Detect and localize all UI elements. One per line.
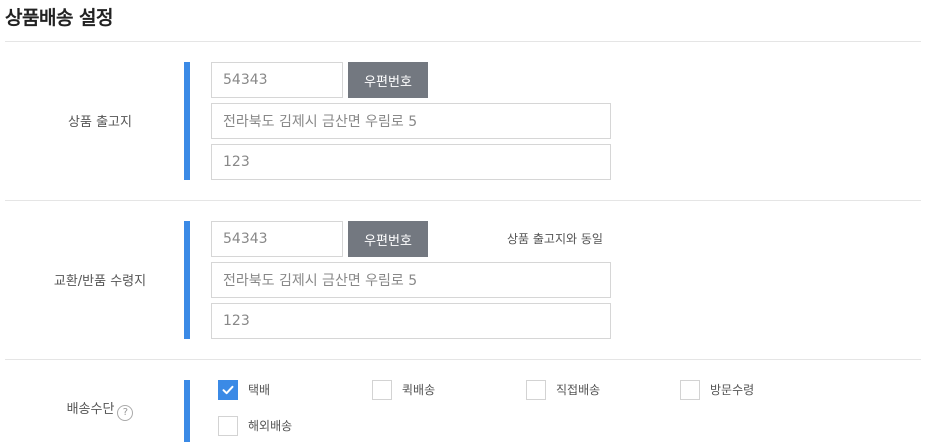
checkbox-direct[interactable] <box>526 380 546 400</box>
page-title: 상품배송 설정 <box>5 7 114 29</box>
delivery-accent-bar <box>184 380 190 442</box>
return-zipcode-input[interactable] <box>211 221 343 257</box>
return-address-input[interactable] <box>211 262 611 298</box>
checkbox-pickup[interactable] <box>680 380 700 400</box>
origin-divider <box>5 200 921 201</box>
return-accent-bar <box>184 221 190 339</box>
origin-accent-bar <box>184 62 190 180</box>
checkbox-pickup-label[interactable]: 방문수령 <box>710 382 754 398</box>
check-icon <box>222 385 234 395</box>
return-label: 교환/반품 수령지 <box>53 274 147 289</box>
origin-zipcode-button[interactable]: 우편번호 <box>348 62 428 98</box>
checkbox-quick[interactable] <box>372 380 392 400</box>
checkbox-overseas-label[interactable]: 해외배송 <box>248 418 292 434</box>
return-divider <box>5 359 921 360</box>
delivery-label: 배송수단? <box>0 401 200 421</box>
same-as-origin-link[interactable]: 상품 출고지와 동일 <box>507 231 603 247</box>
checkbox-parcel[interactable] <box>218 380 238 400</box>
return-zipcode-button[interactable]: 우편번호 <box>348 221 428 257</box>
origin-zipcode-input[interactable] <box>211 62 343 98</box>
checkbox-overseas[interactable] <box>218 416 238 436</box>
delivery-label-text: 배송수단 <box>66 402 115 417</box>
help-icon[interactable]: ? <box>117 405 134 421</box>
origin-label: 상품 출고지 <box>68 115 132 130</box>
checkbox-parcel-label[interactable]: 택배 <box>248 382 270 398</box>
return-address-detail-input[interactable] <box>211 303 611 339</box>
checkbox-direct-label[interactable]: 직접배송 <box>556 382 600 398</box>
checkbox-quick-label[interactable]: 퀵배송 <box>402 382 435 398</box>
title-divider <box>5 41 921 42</box>
origin-address-detail-input[interactable] <box>211 144 611 180</box>
origin-address-input[interactable] <box>211 103 611 139</box>
